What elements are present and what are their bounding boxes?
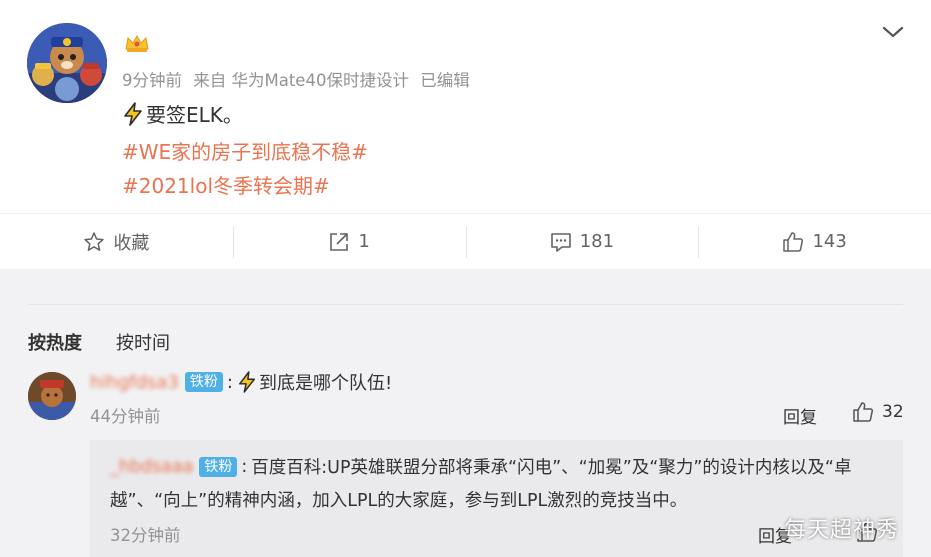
lightning-emoji-icon: [238, 371, 255, 393]
topic-link[interactable]: #2021lol冬季转会期#: [122, 170, 330, 199]
sort-by-time-tab[interactable]: 按时间: [116, 329, 170, 355]
user-avatar[interactable]: [27, 23, 107, 103]
sub-reply-username[interactable]: _hbdsaaa: [110, 457, 193, 477]
repost-count: 1: [358, 231, 370, 252]
post-source: 来自 华为Mate40保时捷设计: [193, 71, 409, 90]
crown-badge-icon: [125, 34, 149, 52]
favorite-label: 收藏: [113, 232, 150, 254]
post-text: 要签ELK。: [122, 99, 243, 128]
share-icon: [330, 232, 349, 251]
sub-reply-time: 32分钟前: [110, 526, 181, 545]
thumbs-up-icon: [783, 231, 804, 252]
repost-button[interactable]: 1: [232, 214, 466, 269]
fan-badge: 铁粉: [199, 456, 238, 477]
divider: [28, 304, 903, 305]
comment-text-content: 到底是哪个队伍!: [258, 373, 393, 394]
post-meta: 9分钟前 来自 华为Mate40保时捷设计 已编辑: [122, 67, 476, 91]
comment-time: 44分钟前: [90, 407, 161, 426]
like-button[interactable]: 143: [698, 214, 931, 269]
like-count: 143: [812, 231, 847, 252]
sub-reply-text-2: 越”、“向上”的精神内涵，加入LPL的大家庭，参与到LPL激烈的竞技当中。: [110, 491, 688, 511]
chevron-down-icon[interactable]: [880, 22, 906, 42]
post-edited[interactable]: 已编辑: [420, 71, 470, 90]
comment-avatar[interactable]: [28, 372, 76, 420]
post-time[interactable]: 9分钟前: [122, 71, 182, 90]
comment-like-count: 32: [882, 402, 904, 422]
sub-reply-text-1: 百度百科:UP英雄联盟分部将秉承“闪电”、“加冕”及“聚力”的设计内核以及“卓: [251, 458, 852, 478]
watermark-text: 每天超神秀: [784, 518, 900, 543]
post-action-bar: 收藏 1 181 143: [0, 213, 931, 269]
reply-button[interactable]: 回复: [783, 403, 817, 428]
lightning-emoji-icon: [124, 101, 142, 126]
topic-link[interactable]: #WE家的房子到底稳不稳#: [122, 136, 368, 165]
post-text-content: 要签ELK。: [146, 103, 243, 127]
sort-by-hot-tab[interactable]: 按热度: [28, 329, 82, 355]
favorite-button[interactable]: 收藏: [0, 214, 233, 269]
weibo-post: 9分钟前 来自 华为Mate40保时捷设计 已编辑 要签ELK。 #WE家的房子…: [0, 0, 931, 213]
sub-reply: _hbdsaaa 铁粉 : 百度百科:UP英雄联盟分部将秉承“闪电”、“加冕”及…: [90, 440, 903, 557]
colon: :: [241, 456, 248, 477]
comment-icon: [550, 232, 571, 252]
comment-header: hihgfdsa3 铁粉 : 到底是哪个队伍!: [90, 369, 392, 395]
comment-count: 181: [579, 231, 615, 252]
colon: :: [226, 371, 233, 393]
comment-text: 到底是哪个队伍!: [237, 369, 392, 395]
fan-badge: 铁粉: [184, 372, 223, 392]
comment-username[interactable]: hihgfdsa3: [90, 372, 179, 393]
comment-like-button[interactable]: 32: [852, 401, 904, 423]
comment-button[interactable]: 181: [465, 214, 699, 269]
star-icon: [84, 231, 105, 251]
sub-reply-line-1: _hbdsaaa 铁粉 : 百度百科:UP英雄联盟分部将秉承“闪电”、“加冕”及…: [110, 454, 851, 479]
thumbs-up-icon: [853, 402, 874, 422]
